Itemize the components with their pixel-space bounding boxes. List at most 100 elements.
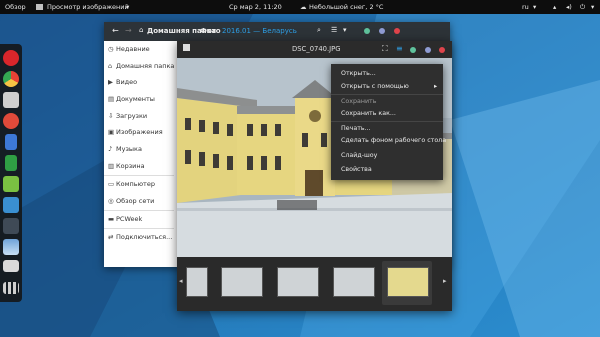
apps-grid-icon[interactable] bbox=[3, 282, 19, 294]
chevron-down-icon: ▾ bbox=[533, 3, 537, 11]
camera-icon: ▶ bbox=[108, 78, 113, 86]
sidebar-item-label: Видео bbox=[116, 78, 138, 86]
sidebar-item-computer[interactable]: ▭ Компьютер bbox=[108, 180, 174, 192]
language-indicator[interactable]: ru bbox=[522, 3, 529, 11]
menu-item-set-wallpaper[interactable]: Сделать фоном рабочего стола bbox=[341, 137, 446, 144]
sidebar-item-label: Документы bbox=[116, 95, 155, 103]
connect-icon: ⇄ bbox=[108, 233, 114, 241]
chrome-icon[interactable] bbox=[3, 71, 19, 87]
sidebar-item-music[interactable]: ♪ Музыка bbox=[108, 145, 174, 157]
file-manager-header: ← → ⌂ Домашняя папка Фото 2016.01 — Бела… bbox=[104, 22, 450, 41]
chevron-down-icon: ▾ bbox=[126, 3, 130, 11]
thumbnail[interactable] bbox=[333, 267, 375, 297]
download-icon: ⇩ bbox=[108, 112, 114, 120]
sidebar-item-label: Недавние bbox=[116, 45, 150, 53]
weather-icon: ☁ bbox=[300, 3, 307, 11]
volume-icon[interactable]: ◂) bbox=[566, 3, 572, 11]
spreadsheet-icon[interactable] bbox=[5, 155, 17, 171]
close-icon[interactable] bbox=[439, 47, 445, 53]
divider bbox=[104, 175, 174, 176]
sidebar-item-pcweek[interactable]: ▬ PCWeek bbox=[108, 215, 174, 227]
divider bbox=[104, 210, 174, 211]
thumbnail[interactable] bbox=[277, 267, 319, 297]
sidebar-item-connect[interactable]: ⇄ Подключиться... bbox=[108, 233, 174, 245]
top-bar: Обзор Просмотр изображений ▾ Ср мар 2, 1… bbox=[0, 0, 600, 14]
app-menu-button[interactable]: Просмотр изображений bbox=[47, 3, 129, 11]
chevron-left-icon[interactable]: ◂ bbox=[179, 277, 183, 285]
minimize-icon[interactable] bbox=[364, 28, 370, 34]
opera-icon[interactable] bbox=[3, 50, 19, 66]
thumbnail-selected[interactable] bbox=[387, 267, 429, 297]
close-icon[interactable] bbox=[394, 28, 400, 34]
sidebar-item-label: Домашняя папка bbox=[116, 62, 175, 70]
sidebar-item-documents[interactable]: ▤ Документы bbox=[108, 95, 174, 107]
chevron-right-icon: ▸ bbox=[434, 83, 438, 90]
maximize-icon[interactable] bbox=[379, 28, 385, 34]
chevron-down-icon: ▾ bbox=[591, 3, 595, 11]
image-viewer-icon[interactable] bbox=[3, 239, 19, 255]
image-icon: ▣ bbox=[108, 128, 115, 136]
menu-item-slideshow[interactable]: Слайд-шоу bbox=[341, 152, 377, 159]
terminal-icon[interactable] bbox=[3, 218, 19, 234]
divider bbox=[104, 228, 174, 229]
sidebar-item-label: Корзина bbox=[116, 162, 145, 170]
menu-icon[interactable]: ▾ bbox=[343, 26, 347, 34]
menu-item-print[interactable]: Печать... bbox=[341, 125, 371, 132]
path-current[interactable]: 2016.01 — Беларусь bbox=[222, 27, 297, 35]
sidebar: ◷ Недавние ⌂ Домашняя папка ▶ Видео ▤ Докуме… bbox=[104, 41, 174, 267]
path-photo[interactable]: Фото bbox=[200, 27, 221, 35]
media-icon[interactable] bbox=[3, 176, 19, 192]
network-icon[interactable]: ▴ bbox=[553, 3, 556, 11]
thumbnail-strip: ◂ ▸ bbox=[177, 257, 452, 311]
back-icon[interactable]: ← bbox=[112, 26, 119, 35]
menu-item-properties[interactable]: Свойства bbox=[341, 166, 372, 173]
document-icon: ▤ bbox=[108, 95, 115, 103]
sidebar-item-downloads[interactable]: ⇩ Загрузки bbox=[108, 112, 174, 124]
music-icon: ♪ bbox=[108, 145, 113, 153]
sidebar-item-video[interactable]: ▶ Видео bbox=[108, 78, 174, 90]
menu-item-save[interactable]: Сохранить bbox=[341, 98, 376, 105]
menu-item-open-with[interactable]: Открыть с помощью bbox=[341, 83, 409, 90]
weather-text[interactable]: Небольшой снег, 2 °C bbox=[309, 3, 383, 11]
divider bbox=[331, 94, 443, 95]
menu-item-save-as[interactable]: Сохранить как... bbox=[341, 110, 396, 117]
viewer-header: DSC_0740.JPG ⛶ ≡ bbox=[177, 41, 452, 58]
files-icon[interactable] bbox=[3, 197, 19, 213]
menu-item-open[interactable]: Открыть... bbox=[341, 70, 376, 77]
sidebar-toggle-icon[interactable] bbox=[183, 44, 190, 51]
sidebar-item-home[interactable]: ⌂ Домашняя папка bbox=[108, 62, 174, 74]
menu-icon[interactable]: ≡ bbox=[396, 44, 403, 53]
sidebar-item-label: PCWeek bbox=[116, 215, 143, 223]
thumbnail[interactable] bbox=[186, 267, 208, 297]
clock-icon: ◷ bbox=[108, 45, 114, 53]
home-icon: ⌂ bbox=[108, 62, 113, 70]
drive-icon[interactable] bbox=[3, 260, 19, 272]
sidebar-item-images[interactable]: ▣ Изображения bbox=[108, 128, 174, 140]
sidebar-item-network[interactable]: ◎ Обзор сети bbox=[108, 197, 174, 209]
divider bbox=[331, 121, 443, 122]
home-icon: ⌂ bbox=[139, 26, 144, 34]
fullscreen-icon[interactable]: ⛶ bbox=[382, 44, 388, 54]
power-icon[interactable]: ⏻ bbox=[580, 3, 585, 12]
list-view-icon[interactable]: ☰ bbox=[331, 26, 337, 34]
thumbnail[interactable] bbox=[221, 267, 263, 297]
sidebar-item-trash[interactable]: ▥ Корзина bbox=[108, 162, 174, 174]
sidebar-item-label: Загрузки bbox=[116, 112, 148, 120]
maximize-icon[interactable] bbox=[425, 47, 431, 53]
search-icon[interactable]: ⌕ bbox=[317, 26, 321, 35]
document-icon[interactable] bbox=[5, 134, 17, 150]
drive-icon: ▭ bbox=[108, 180, 115, 188]
overview-button[interactable]: Обзор bbox=[5, 3, 26, 11]
clock[interactable]: Ср мар 2, 11:20 bbox=[229, 3, 282, 11]
forward-icon[interactable]: → bbox=[125, 26, 132, 35]
sidebar-item-label: Обзор сети bbox=[116, 197, 155, 205]
app-red-icon[interactable] bbox=[3, 113, 19, 129]
chevron-right-icon[interactable]: ▸ bbox=[443, 277, 447, 285]
sidebar-item-label: Компьютер bbox=[116, 180, 155, 188]
sidebar-item-label: Изображения bbox=[116, 128, 163, 136]
app-menu-popover: Открыть... Открыть с помощью ▸ Сохранить… bbox=[331, 64, 446, 180]
mail-icon[interactable] bbox=[3, 92, 19, 108]
folder-icon: ▬ bbox=[108, 215, 115, 223]
sidebar-item-recent[interactable]: ◷ Недавние bbox=[108, 45, 174, 57]
minimize-icon[interactable] bbox=[410, 47, 416, 53]
